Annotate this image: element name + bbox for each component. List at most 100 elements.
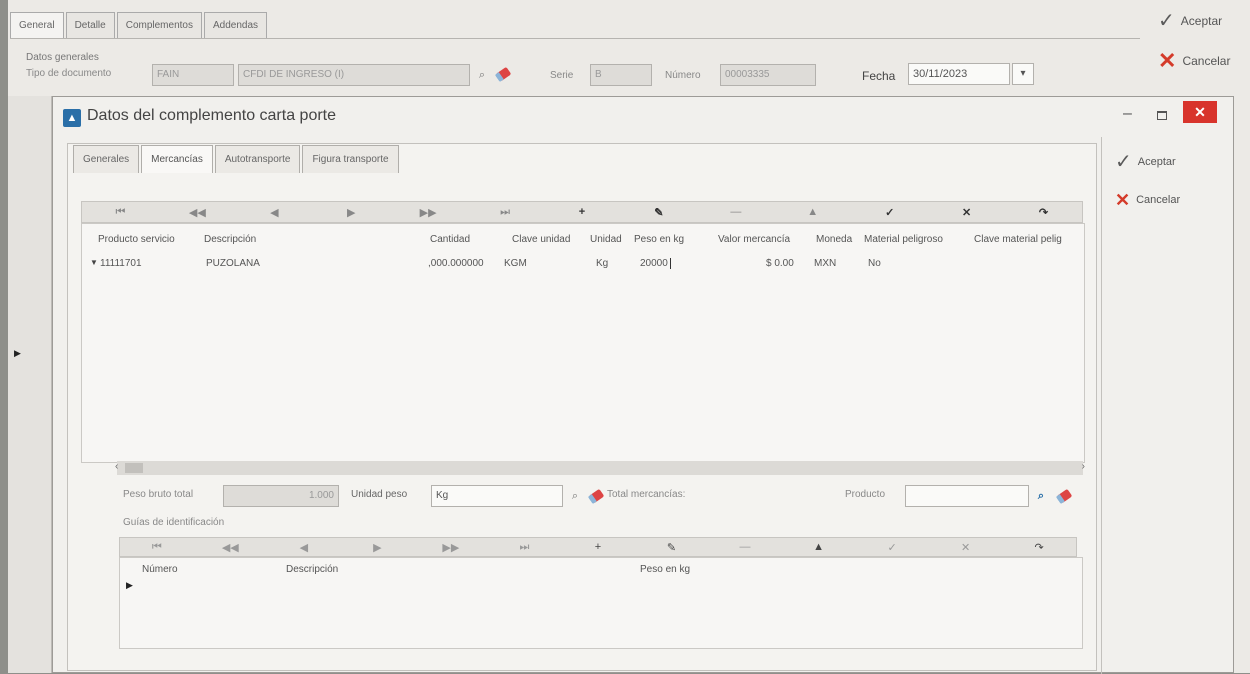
guias-row-pointer-icon: ▶ bbox=[126, 580, 133, 590]
up-button[interactable]: ▲ bbox=[801, 206, 825, 218]
scroll-right-icon[interactable]: › bbox=[1082, 461, 1085, 472]
tab-mercancias[interactable]: Mercancías bbox=[141, 145, 213, 173]
tab-complementos[interactable]: Complementos bbox=[116, 12, 202, 38]
maximize-button[interactable] bbox=[1157, 111, 1167, 120]
guias-prev-page-button[interactable]: ◀◀ bbox=[219, 541, 241, 554]
guias-cancel-button[interactable]: ✕ bbox=[955, 541, 977, 554]
col-material-peligroso[interactable]: Material peligroso bbox=[864, 234, 943, 245]
col-clave-material[interactable]: Clave material pelig bbox=[974, 234, 1082, 245]
parent-aceptar-label: Aceptar bbox=[1180, 14, 1223, 28]
producto-search-icon[interactable]: ⌕ bbox=[1033, 488, 1049, 504]
cell-valor[interactable]: $ 0.00 bbox=[766, 258, 794, 269]
guias-add-button[interactable]: + bbox=[587, 541, 609, 553]
last-record-button[interactable]: ⏭ bbox=[493, 206, 517, 219]
chevron-down-icon: ▾ bbox=[1020, 68, 1026, 79]
cell-cantidad[interactable]: ,000.000000 bbox=[428, 258, 484, 269]
tab-divider bbox=[10, 38, 1140, 39]
guias-delete-button[interactable]: — bbox=[734, 541, 756, 553]
edit-record-button[interactable]: ✎ bbox=[647, 206, 671, 219]
refresh-button[interactable]: ↷ bbox=[1032, 206, 1056, 219]
col-valor[interactable]: Valor mercancía bbox=[718, 234, 790, 245]
guias-prev-button[interactable]: ◀ bbox=[293, 541, 315, 554]
dialog-tabs: Generales Mercancías Autotransporte Figu… bbox=[73, 145, 401, 173]
post-record-button[interactable]: ✓ bbox=[878, 206, 902, 219]
guias-label: Guías de identificación bbox=[123, 517, 225, 528]
col-numero[interactable]: Número bbox=[142, 564, 178, 575]
scrollbar-thumb[interactable] bbox=[125, 463, 143, 473]
delete-record-button[interactable]: — bbox=[724, 206, 748, 218]
cell-material-peligroso[interactable]: No bbox=[868, 258, 881, 269]
col-peso[interactable]: Peso en kg bbox=[634, 234, 684, 245]
parent-aceptar-button[interactable]: ✓ Aceptar bbox=[1158, 8, 1222, 34]
dialog-cancelar-button[interactable]: ✕ Cancelar bbox=[1115, 187, 1180, 213]
prev-record-button[interactable]: ◀ bbox=[262, 206, 286, 219]
col-descripcion[interactable]: Descripción bbox=[204, 234, 256, 245]
next-record-button[interactable]: ▶ bbox=[339, 206, 363, 219]
current-row-indicator: ▼ bbox=[90, 258, 98, 267]
guias-next-button[interactable]: ▶ bbox=[366, 541, 388, 554]
guias-last-button[interactable]: ⏭ bbox=[513, 541, 535, 554]
peso-bruto-field[interactable]: 1.000 bbox=[223, 485, 339, 507]
tab-figura-transporte[interactable]: Figura transporte bbox=[302, 145, 399, 173]
dialog-cancelar-label: Cancelar bbox=[1136, 194, 1181, 206]
fecha-field[interactable]: 30/11/2023 bbox=[908, 63, 1010, 85]
col-moneda[interactable]: Moneda bbox=[816, 234, 852, 245]
check-icon: ✓ bbox=[1115, 151, 1132, 173]
guias-first-button[interactable]: ⏮ bbox=[146, 541, 168, 554]
first-record-button[interactable]: ⏮ bbox=[108, 206, 132, 219]
dialog-aceptar-button[interactable]: ✓ Aceptar bbox=[1115, 149, 1176, 175]
tab-autotransporte[interactable]: Autotransporte bbox=[214, 145, 301, 173]
fecha-label: Fecha bbox=[862, 69, 896, 83]
serie-label: Serie bbox=[550, 70, 574, 81]
close-button[interactable]: ✕ bbox=[1183, 101, 1217, 123]
tab-detalle[interactable]: Detalle bbox=[65, 12, 115, 38]
parent-cancelar-button[interactable]: ✕ Cancelar bbox=[1158, 48, 1230, 74]
col-cantidad[interactable]: Cantidad bbox=[430, 234, 470, 245]
tab-addendas[interactable]: Addendas bbox=[203, 12, 268, 38]
action-divider bbox=[1101, 137, 1102, 674]
add-record-button[interactable]: + bbox=[570, 206, 594, 218]
col-guia-descripcion[interactable]: Descripción bbox=[286, 564, 338, 575]
date-dropdown-button[interactable]: ▾ bbox=[1012, 63, 1034, 85]
minimize-button[interactable]: – bbox=[1123, 105, 1132, 123]
scroll-left-icon[interactable]: ‹ bbox=[115, 461, 118, 472]
next-page-button[interactable]: ▶▶ bbox=[416, 206, 440, 219]
row-pointer-icon: ▶ bbox=[14, 348, 21, 358]
parent-left-strip: ▶ bbox=[8, 96, 52, 673]
tab-general[interactable]: General bbox=[10, 12, 64, 38]
tipo-documento-code-field[interactable]: FAIN bbox=[152, 64, 234, 86]
unidad-peso-search-icon[interactable]: ⌕ bbox=[567, 488, 583, 504]
cell-descripcion[interactable]: PUZOLANA bbox=[206, 258, 260, 269]
producto-field[interactable] bbox=[905, 485, 1029, 507]
cell-unidad[interactable]: Kg bbox=[596, 258, 608, 269]
cell-clave-unidad[interactable]: KGM bbox=[504, 258, 527, 269]
col-producto[interactable]: Producto servicio bbox=[98, 234, 175, 245]
horizontal-scrollbar[interactable]: ‹ › bbox=[115, 461, 1085, 475]
prev-page-button[interactable]: ◀◀ bbox=[185, 206, 209, 219]
cell-moneda[interactable]: MXN bbox=[814, 258, 836, 269]
producto-label: Producto bbox=[845, 489, 886, 500]
cancel-icon: ✕ bbox=[1158, 48, 1177, 73]
guias-post-button[interactable]: ✓ bbox=[881, 541, 903, 554]
serie-field[interactable]: B bbox=[590, 64, 652, 86]
guias-edit-button[interactable]: ✎ bbox=[660, 541, 682, 554]
tipo-documento-field[interactable]: CFDI DE INGRESO (I) bbox=[238, 64, 470, 86]
numero-field[interactable]: 00003335 bbox=[720, 64, 816, 86]
tab-generales[interactable]: Generales bbox=[73, 145, 140, 173]
guias-up-button[interactable]: ▲ bbox=[808, 541, 830, 553]
cell-producto[interactable]: 11111701 bbox=[100, 258, 142, 269]
peso-bruto-label: Peso bruto total bbox=[123, 489, 194, 500]
unidad-peso-label: Unidad peso bbox=[351, 489, 408, 500]
search-icon[interactable]: ⌕ bbox=[474, 67, 490, 83]
cancel-record-button[interactable]: ✕ bbox=[955, 206, 979, 219]
cell-peso-editing[interactable]: 20000 bbox=[640, 258, 671, 269]
unidad-peso-field[interactable]: Kg bbox=[431, 485, 563, 507]
guias-refresh-button[interactable]: ↷ bbox=[1028, 541, 1050, 554]
col-clave-unidad[interactable]: Clave unidad bbox=[512, 234, 570, 245]
close-icon: ✕ bbox=[1194, 104, 1206, 120]
guias-next-page-button[interactable]: ▶▶ bbox=[440, 541, 462, 554]
col-unidad[interactable]: Unidad bbox=[590, 234, 622, 245]
mercancias-navigator: ⏮ ◀◀ ◀ ▶ ▶▶ ⏭ + ✎ — ▲ ✓ ✕ ↷ bbox=[81, 201, 1083, 223]
mercancias-grid: Producto servicio Descripción Cantidad C… bbox=[81, 223, 1085, 463]
col-guia-peso[interactable]: Peso en kg bbox=[640, 564, 690, 575]
